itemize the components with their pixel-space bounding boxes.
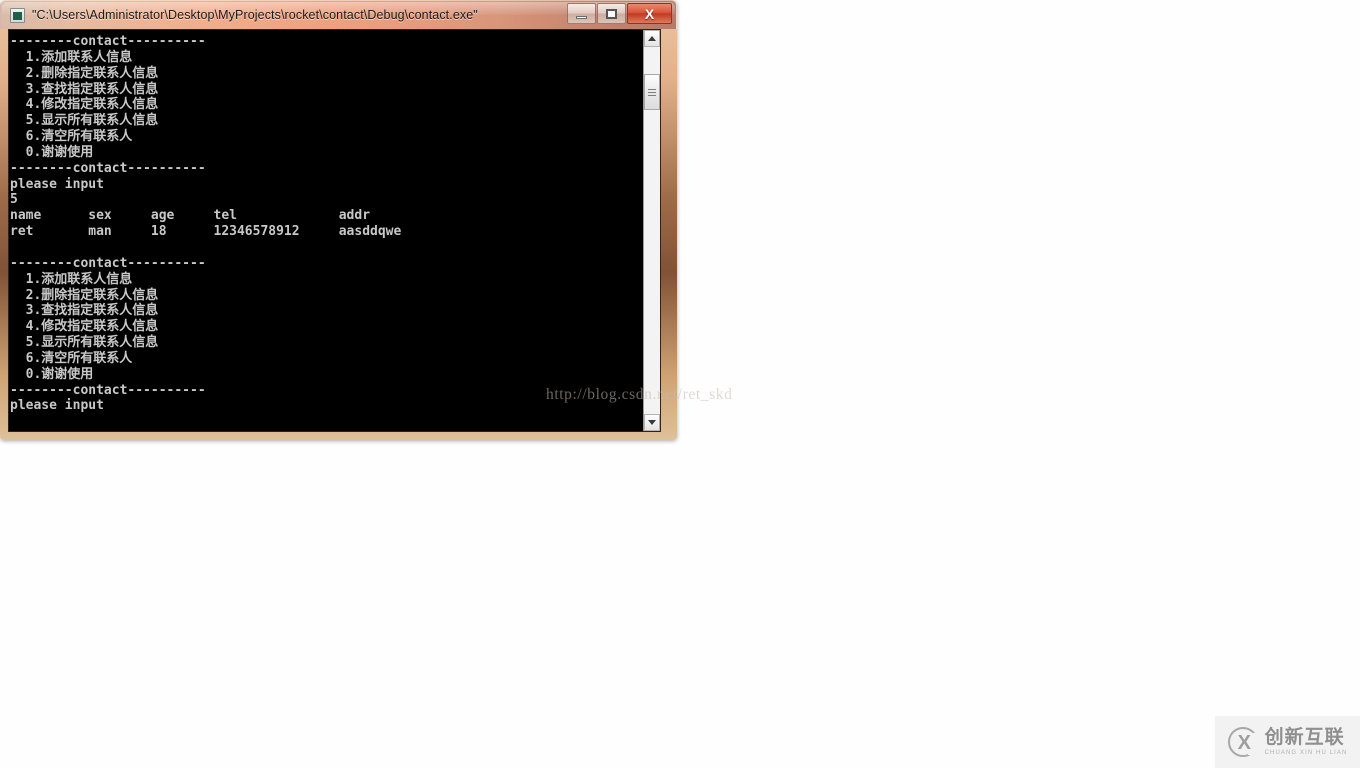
scroll-down-icon	[648, 420, 656, 425]
minimize-button[interactable]	[567, 3, 596, 24]
maximize-icon	[606, 8, 617, 19]
console-output: --------contact---------- 1.添加联系人信息 2.删除…	[9, 30, 643, 431]
brand-logo: X 创新互联 CHUANG XIN HU LIAN	[1215, 716, 1360, 768]
thumb-grip-line	[648, 94, 656, 96]
scrollbar-track[interactable]	[644, 47, 660, 414]
thumb-grip-line	[648, 91, 656, 93]
close-icon: X	[644, 5, 655, 22]
scroll-down-button[interactable]	[644, 414, 660, 431]
screen: "C:\Users\Administrator\Desktop\MyProjec…	[0, 0, 1360, 768]
console-scrollbar[interactable]	[643, 30, 660, 431]
window-controls: X	[566, 3, 672, 24]
scroll-up-button[interactable]	[644, 30, 660, 47]
window-titlebar[interactable]: "C:\Users\Administrator\Desktop\MyProjec…	[0, 0, 677, 29]
thumb-grip-line	[648, 88, 656, 90]
brand-mark-letter: X	[1237, 732, 1251, 754]
scroll-up-icon	[648, 36, 656, 41]
brand-pinyin: CHUANG XIN HU LIAN	[1264, 749, 1348, 756]
scrollbar-thumb[interactable]	[644, 74, 660, 110]
close-button[interactable]: X	[627, 3, 672, 24]
console-client-area[interactable]: --------contact---------- 1.添加联系人信息 2.删除…	[8, 29, 661, 432]
window-title: "C:\Users\Administrator\Desktop\MyProjec…	[32, 8, 478, 22]
brand-mark-icon: X	[1227, 727, 1259, 757]
brand-chinese-name: 创新互联	[1264, 726, 1345, 749]
maximize-button[interactable]	[597, 3, 626, 24]
console-app-icon	[10, 7, 25, 23]
brand-wordmark: 创新互联 CHUANG XIN HU LIAN	[1264, 726, 1348, 756]
minimize-icon	[576, 15, 587, 19]
console-window[interactable]: "C:\Users\Administrator\Desktop\MyProjec…	[0, 0, 732, 440]
